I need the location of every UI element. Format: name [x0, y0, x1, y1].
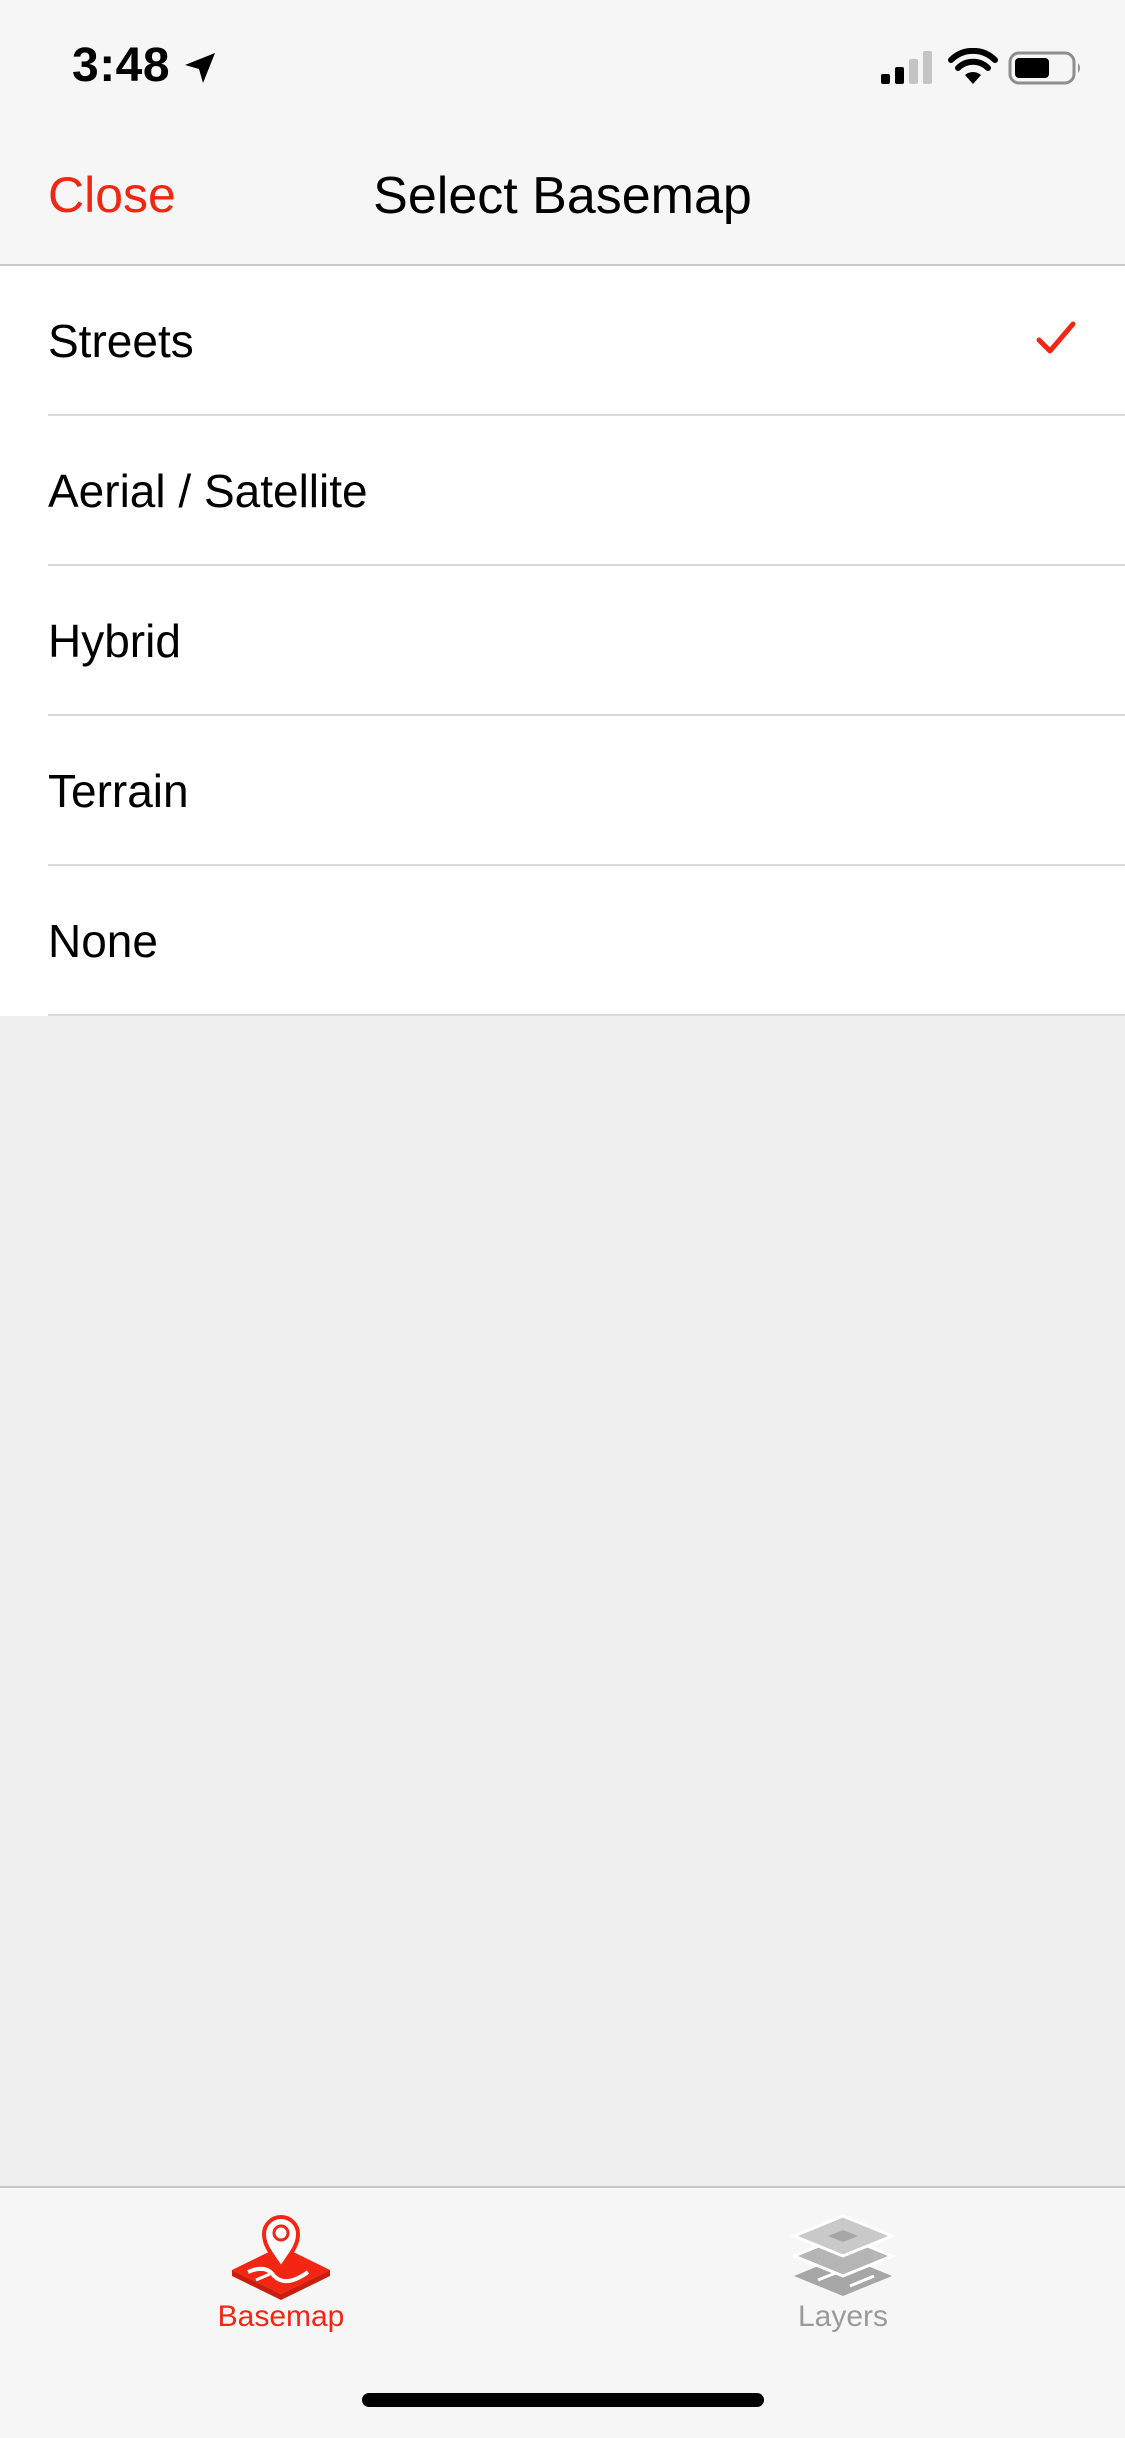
basemap-option-hybrid[interactable]: Hybrid: [0, 566, 1125, 716]
basemap-option-streets[interactable]: Streets: [0, 266, 1125, 416]
basemap-option-terrain[interactable]: Terrain: [0, 716, 1125, 866]
tab-basemap[interactable]: Basemap: [131, 2188, 431, 2348]
tab-layers[interactable]: Layers: [693, 2188, 993, 2348]
basemap-option-none[interactable]: None: [0, 866, 1125, 1016]
basemap-option-label: Terrain: [48, 765, 189, 817]
navigation-bar: Close Select Basemap: [0, 132, 1125, 266]
basemap-option-label: Aerial / Satellite: [48, 465, 368, 517]
basemap-option-aerial-satellite[interactable]: Aerial / Satellite: [0, 416, 1125, 566]
location-arrow-icon: [185, 53, 215, 83]
home-indicator[interactable]: [362, 2393, 764, 2407]
status-time: 3:48: [72, 39, 171, 92]
tab-label: Basemap: [217, 2300, 345, 2333]
basemap-option-label: Hybrid: [48, 615, 181, 667]
basemap-icon: [232, 2215, 330, 2300]
battery-icon: [1008, 51, 1080, 85]
wifi-icon: [948, 48, 998, 84]
checkmark-icon: [1036, 321, 1076, 354]
layers-icon: [790, 2214, 896, 2296]
page-title: Select Basemap: [373, 167, 752, 225]
tab-label: Layers: [797, 2300, 889, 2333]
basemap-option-label: Streets: [48, 315, 194, 367]
status-bar: 3:48: [0, 0, 1125, 132]
cellular-signal-icon: [881, 51, 932, 84]
basemap-option-label: None: [48, 915, 158, 967]
basemap-list: Streets Aerial / Satellite Hybrid Terrai…: [0, 266, 1125, 1016]
